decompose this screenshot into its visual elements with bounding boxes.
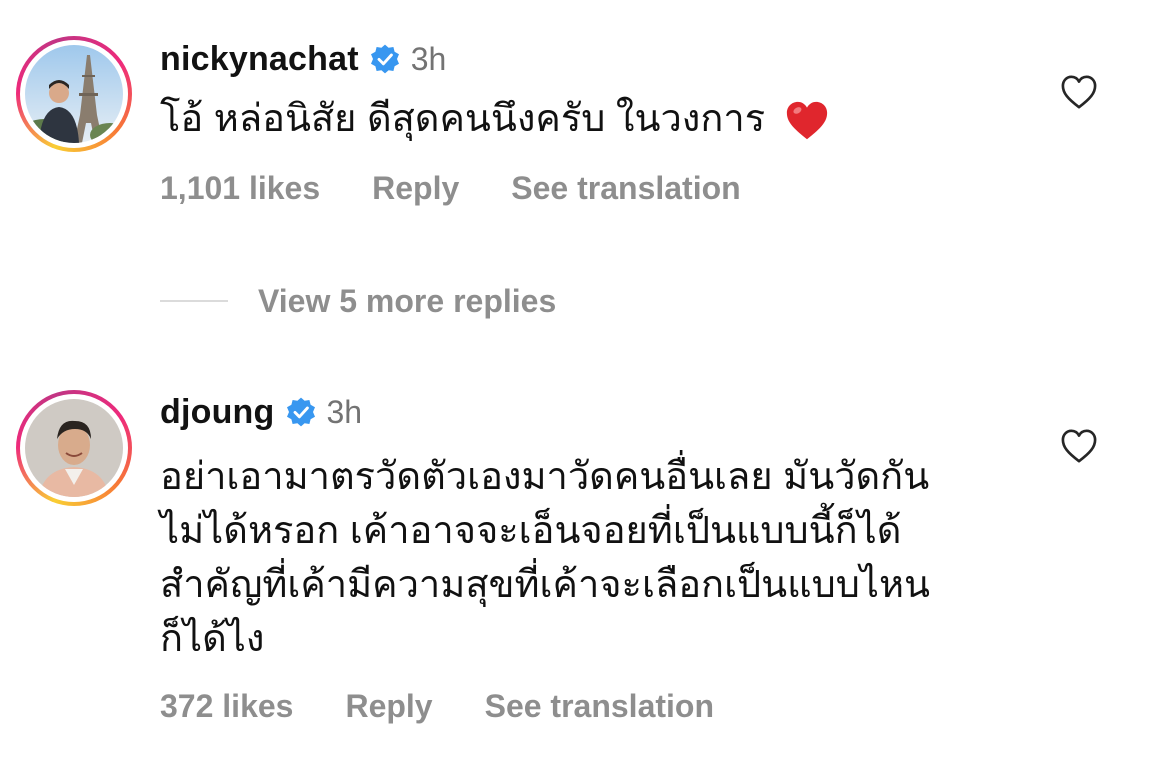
comment-line: ก็ได้ไง [160, 618, 265, 660]
comment-text: โอ้ หล่อนิสัย ดีสุดคนนึงครับ ในวงการ [160, 92, 990, 146]
divider-line [160, 300, 228, 302]
avatar [25, 45, 123, 143]
see-translation-button[interactable]: See translation [511, 170, 740, 207]
comment-text: อย่าเอามาตรวัดตัวเองมาวัดคนอื่นเลย มันวั… [160, 450, 990, 666]
username[interactable]: djoung [160, 393, 275, 432]
verified-badge-icon [370, 44, 399, 74]
comment-line: ไม่ได้หรอก เค้าอาจจะเอ็นจอยที่เป็นแบบนี้… [160, 510, 902, 552]
timestamp: 3h [326, 393, 363, 430]
view-more-replies[interactable]: View 5 more replies [160, 278, 556, 324]
avatar-story-ring[interactable] [16, 390, 132, 506]
like-count[interactable]: 1,101 likes [160, 170, 320, 207]
red-heart-emoji [786, 101, 827, 140]
heart-outline-icon[interactable] [1060, 74, 1098, 110]
comment-line: อย่าเอามาตรวัดตัวเองมาวัดคนอื่นเลย มันวั… [160, 456, 930, 498]
reply-button[interactable]: Reply [372, 170, 459, 207]
avatar-story-ring[interactable] [16, 36, 132, 152]
comment-line: สำคัญที่เค้ามีความสุขที่เค้าจะเลือกเป็นแ… [160, 564, 931, 606]
see-translation-button[interactable]: See translation [485, 688, 714, 725]
timestamp: 3h [410, 40, 447, 77]
username[interactable]: nickynachat [160, 40, 359, 79]
avatar [25, 399, 123, 497]
heart-outline-icon[interactable] [1060, 428, 1098, 464]
verified-badge-icon [286, 397, 315, 427]
reply-button[interactable]: Reply [345, 688, 432, 725]
like-count[interactable]: 372 likes [160, 688, 293, 725]
comment-actions: 1,101 likes Reply See translation [160, 170, 793, 207]
comment-actions: 372 likes Reply See translation [160, 688, 766, 725]
